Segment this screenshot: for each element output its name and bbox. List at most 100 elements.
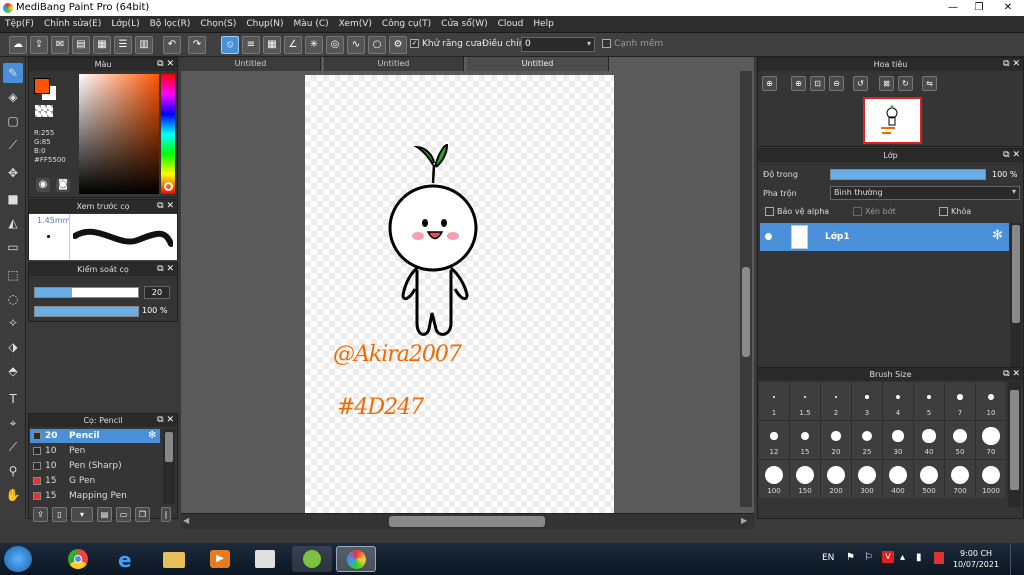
move-tool-icon[interactable]: ✥ (3, 163, 23, 183)
menu-tools[interactable]: Công cụ(T) (377, 16, 436, 33)
color-history-icon[interactable]: ◙ (56, 178, 70, 192)
brush-size-cell[interactable]: 25 (852, 421, 882, 459)
snap-radial-icon[interactable]: ✳ (305, 36, 323, 54)
brush-size-cell[interactable]: 40 (914, 421, 944, 459)
close-icon[interactable]: ⧉ ✕ (1003, 58, 1020, 71)
protect-alpha-checkbox[interactable] (765, 207, 774, 216)
dot-tool-icon[interactable]: ▢ (3, 111, 23, 131)
brush-size-cell[interactable]: 100 (759, 460, 789, 498)
redo-icon[interactable]: ↷ (188, 36, 206, 54)
brush-size-cell[interactable]: 1 (759, 382, 789, 420)
snap-grid-icon[interactable]: ▦ (263, 36, 281, 54)
undo-icon[interactable]: ↶ (163, 36, 181, 54)
ie-taskbar-icon[interactable]: e (106, 546, 146, 572)
vertical-scrollbar[interactable] (740, 71, 752, 507)
brush-size-cell[interactable]: 15 (790, 421, 820, 459)
tray-flag-icon[interactable]: ⚐ (864, 552, 873, 563)
delete-icon[interactable]: | (161, 507, 171, 522)
list-icon[interactable]: ☰ (114, 36, 132, 54)
upload-icon[interactable]: ⇪ (30, 36, 48, 54)
layer-scroll-thumb[interactable] (1012, 225, 1020, 323)
close-icon[interactable]: ⧉ ✕ (1003, 368, 1020, 381)
shield-icon[interactable] (934, 552, 944, 564)
snap-parallel-icon[interactable]: ≡ (242, 36, 260, 54)
select-rect-icon[interactable]: ⬚ (3, 265, 23, 285)
zoom-out-minus-icon[interactable]: ⊖ (829, 76, 844, 91)
grid-icon[interactable]: ▥ (135, 36, 153, 54)
snap-circle-icon[interactable]: ◎ (326, 36, 344, 54)
brush-size-scroll-thumb[interactable] (1010, 390, 1019, 490)
clipping-toggle[interactable]: Xén bớt (853, 207, 896, 216)
antivirus-icon[interactable]: V (882, 551, 894, 563)
horizontal-scroll-thumb[interactable] (389, 516, 545, 527)
show-desktop-button[interactable] (1010, 543, 1024, 575)
folder-icon[interactable]: ▭ (116, 507, 131, 522)
close-icon[interactable]: ⧉ ✕ (1003, 149, 1020, 162)
reset-view-icon[interactable]: ⊠ (879, 76, 894, 91)
menu-cloud[interactable]: Cloud (493, 16, 529, 33)
brush-size-cell[interactable]: 400 (883, 460, 913, 498)
note-icon[interactable]: ▦ (93, 36, 111, 54)
brush-size-scrollbar[interactable] (1008, 382, 1021, 507)
scroll-thumb[interactable] (165, 432, 173, 462)
brush-item-pen[interactable]: 10 Pen (30, 444, 160, 458)
brush-item-mapping-pen[interactable]: 15 Mapping Pen (30, 489, 160, 503)
magic-wand-icon[interactable]: ✧ (3, 313, 23, 333)
zoom-out-icon[interactable]: ⊕ (791, 76, 806, 91)
brush-size-cell[interactable]: 20 (821, 421, 851, 459)
snap-off-icon[interactable]: ⦸ (221, 36, 239, 54)
tab-untitled-1[interactable]: Untitled (181, 57, 321, 71)
blend-mode-select[interactable]: Bình thường ▾ (830, 186, 1020, 200)
explorer-taskbar-icon[interactable] (153, 546, 193, 572)
text-tool-icon[interactable]: T (3, 389, 23, 409)
divide-tool-icon[interactable]: ⟋ (3, 437, 23, 457)
brush-settings-icon[interactable]: ▤ (97, 507, 112, 522)
close-icon[interactable]: ⧉ ✕ (157, 263, 174, 276)
lasso-tool-icon[interactable]: ◌ (3, 289, 23, 309)
app-taskbar-icon[interactable] (292, 546, 332, 572)
gear-icon[interactable]: ⚙ (389, 36, 407, 54)
close-icon[interactable]: ⧉ ✕ (157, 200, 174, 213)
flag-icon[interactable]: ⚑ (846, 552, 855, 563)
hand-tool-icon[interactable]: ✋ (3, 485, 23, 505)
brush-opacity-slider[interactable] (34, 306, 139, 317)
brush-size-cell[interactable]: 1.5 (790, 382, 820, 420)
gradient-tool-icon[interactable]: ▭ (3, 237, 23, 257)
gear-icon[interactable]: ✻ (992, 228, 1003, 243)
menu-view[interactable]: Xem(V) (334, 16, 377, 33)
menu-layer[interactable]: Lớp(L) (106, 16, 144, 33)
cloud-icon[interactable]: ☁ (9, 36, 27, 54)
menu-filter[interactable]: Bộ lọc(R) (145, 16, 196, 33)
rotate-left-icon[interactable]: ↺ (853, 76, 868, 91)
tab-untitled-2[interactable]: Untitled (324, 57, 464, 71)
menu-color[interactable]: Màu (C) (289, 16, 334, 33)
brush-size-cell[interactable]: 7 (945, 382, 975, 420)
layer-opacity-slider[interactable] (830, 169, 986, 180)
shape-tool-icon[interactable]: ⟋ (3, 135, 23, 155)
menu-select[interactable]: Chọn(S) (195, 16, 241, 33)
snap-perspective-icon[interactable]: ∠ (284, 36, 302, 54)
soft-edge-checkbox[interactable] (602, 39, 611, 48)
snap-ellipse-icon[interactable]: ○ (368, 36, 386, 54)
brush-size-cell[interactable]: 4 (883, 382, 913, 420)
menu-file[interactable]: Tệp(F) (0, 16, 39, 33)
palette-icon[interactable]: ◉ (36, 178, 50, 192)
brush-list-scrollbar[interactable] (163, 429, 175, 504)
brush-size-value[interactable]: 20 (144, 286, 170, 299)
brush-size-cell[interactable]: 200 (821, 460, 851, 498)
select-eraser-icon[interactable]: ⬘ (3, 361, 23, 381)
brush-tool-icon[interactable]: ✎ (3, 63, 23, 83)
hue-handle[interactable] (164, 182, 173, 191)
brush-size-cell[interactable]: 300 (852, 460, 882, 498)
new-brush-icon[interactable]: ▯ (52, 507, 67, 522)
signal-icon[interactable]: ▴ (900, 552, 905, 563)
chrome-taskbar-icon[interactable] (58, 546, 98, 572)
brush-size-cell[interactable]: 10 (976, 382, 1006, 420)
close-button[interactable]: ✕ (992, 0, 1024, 16)
layer-row[interactable]: Lớp1 ✻ (760, 223, 1009, 251)
clipping-checkbox[interactable] (853, 207, 862, 216)
brush-item-pen-sharp[interactable]: 10 Pen (Sharp) (30, 459, 160, 473)
brush-size-cell[interactable]: 50 (945, 421, 975, 459)
media-player-taskbar-icon[interactable]: ▶ (200, 546, 240, 572)
menu-window[interactable]: Cửa sổ(W) (436, 16, 492, 33)
